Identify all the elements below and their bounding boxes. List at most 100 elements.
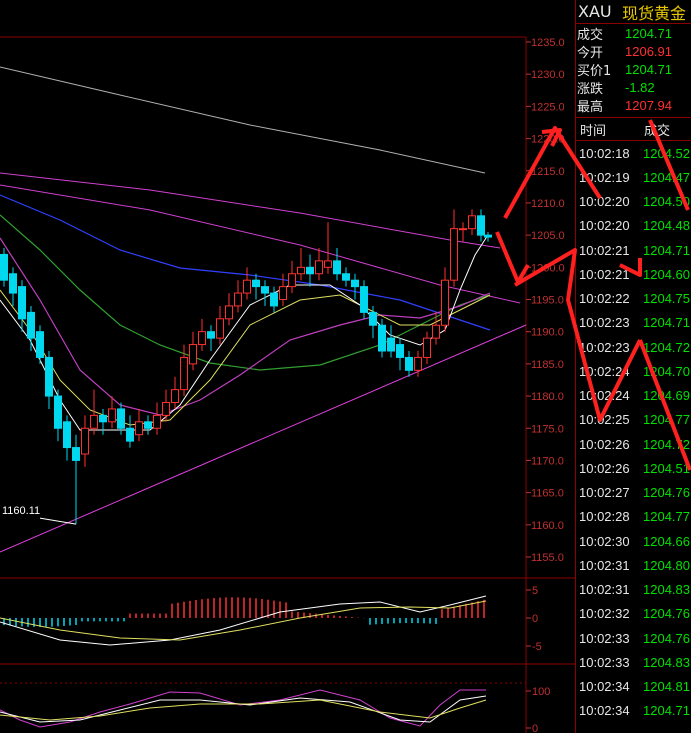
candle-body — [423, 337, 431, 358]
ticks-header-time: 时间 — [580, 123, 607, 139]
tick-price: 1204.52 — [643, 145, 690, 161]
tick-row: 10:02:34 1204.71 — [576, 699, 691, 723]
tick-row: 10:02:31 1204.83 — [576, 578, 691, 602]
quote-panel: 成交 1204.71 今开 1206.91 买价1 1204.71 涨跌 -1.82 最高 120… — [576, 24, 691, 115]
price-axis-label: 1160.0 — [531, 520, 564, 532]
candle-body — [414, 356, 422, 371]
macd-axis-label: 5 — [532, 585, 538, 597]
candle-body — [432, 324, 440, 339]
candle-body — [0, 253, 8, 281]
tick-price: 1204.72 — [643, 436, 690, 452]
price-axis-label: 1180.0 — [531, 391, 564, 403]
candle-body — [279, 286, 287, 300]
tick-row: 10:02:26 1204.51 — [576, 456, 691, 480]
candle-body — [198, 331, 206, 346]
candle-body — [63, 421, 71, 449]
tick-price: 1204.70 — [643, 363, 690, 379]
tick-price: 1204.76 — [643, 606, 690, 622]
candle-body — [72, 447, 80, 461]
tick-time: 10:02:32 — [579, 606, 630, 622]
tick-time: 10:02:25 — [579, 412, 630, 428]
quote-row: 最高 1207.94 — [576, 96, 691, 115]
candle-body — [90, 414, 98, 429]
candle-body — [9, 273, 17, 294]
tick-price: 1204.81 — [643, 679, 690, 695]
quote-value: -1.82 — [625, 79, 655, 95]
tick-row: 10:02:28 1204.77 — [576, 505, 691, 529]
tick-row: 10:02:20 1204.48 — [576, 214, 691, 238]
symbol-name: 现货黄金 — [622, 3, 687, 23]
candle-body — [297, 266, 305, 275]
candle-body — [405, 356, 413, 371]
tick-price: 1204.83 — [643, 654, 690, 670]
tick-time: 10:02:31 — [579, 582, 630, 598]
candle-body — [484, 234, 492, 238]
price-axis-label: 1195.0 — [531, 295, 564, 307]
macd-dif-line — [0, 595, 487, 646]
kdj-axis-label: 0 — [532, 723, 538, 733]
candle-body — [234, 292, 242, 307]
kdj-axis-label: 100 — [532, 686, 550, 698]
candlestick-chart-panel[interactable]: 1235.0 1230.0 1225.0 1220.0 1215.0 1210.0 1205… — [0, 0, 575, 733]
tick-time: 10:02:20 — [579, 218, 630, 234]
tick-time: 10:02:23 — [579, 315, 630, 331]
price-axis-label: 1185.0 — [531, 359, 564, 371]
candle-body — [333, 260, 341, 275]
candle-body — [225, 305, 233, 320]
candle-body — [369, 311, 377, 326]
tick-time: 10:02:30 — [579, 533, 630, 549]
ma-magenta-upper-line — [0, 172, 501, 249]
candle-body — [360, 286, 368, 313]
ma-blue-line — [0, 194, 491, 331]
price-axis-label: 1175.0 — [531, 423, 564, 435]
candlestick-chart[interactable]: 1235.0 1230.0 1225.0 1220.0 1215.0 1210.0 1205… — [0, 0, 575, 733]
tick-price: 1204.75 — [643, 291, 690, 307]
quote-value: 1206.91 — [625, 43, 672, 59]
candle-body — [396, 344, 404, 358]
candle-body — [216, 318, 224, 339]
candle-body — [288, 273, 296, 288]
price-axis-label: 1225.0 — [531, 101, 565, 113]
tick-time: 10:02:21 — [579, 266, 630, 282]
tick-price: 1204.72 — [643, 339, 690, 355]
tick-row: 10:02:33 1204.76 — [576, 626, 691, 650]
quote-sidebar: XAU 现货黄金 成交 1204.71 今开 1206.91 买价1 1204.71 涨跌 -… — [575, 0, 691, 733]
candle-body — [45, 356, 53, 397]
tick-row: 10:02:25 1204.77 — [576, 408, 691, 432]
tick-row: 10:02:21 1204.60 — [576, 262, 691, 286]
candle-body — [99, 414, 107, 423]
tick-list[interactable]: 10:02:18 1204.52 10:02:19 1204.47 10:02:20 12… — [576, 141, 691, 723]
price-axis-label: 1155.0 — [531, 552, 564, 564]
quote-value: 1204.71 — [625, 61, 672, 77]
tick-row: 10:02:21 1204.71 — [576, 238, 691, 262]
price-axis-label: 1165.0 — [531, 488, 564, 500]
candle-body — [153, 414, 161, 429]
candle-body — [441, 279, 449, 326]
macd-dea-line — [0, 600, 487, 641]
tick-price: 1204.51 — [643, 460, 690, 476]
candle-body — [306, 266, 314, 275]
candle-body — [252, 279, 260, 288]
candle-body — [126, 427, 134, 442]
tick-price: 1204.71 — [643, 242, 690, 258]
tick-time: 10:02:28 — [579, 509, 630, 525]
candle-body — [162, 402, 170, 416]
tick-row: 10:02:18 1204.52 — [576, 141, 691, 165]
price-axis-label: 1205.0 — [531, 230, 565, 242]
tick-price: 1204.80 — [643, 557, 690, 573]
tick-time: 10:02:20 — [579, 194, 630, 210]
tick-row: 10:02:33 1204.83 — [576, 650, 691, 674]
tick-price: 1204.77 — [643, 509, 690, 525]
ma-gray-line — [0, 66, 486, 174]
tick-time: 10:02:24 — [579, 388, 630, 404]
candle-body — [117, 408, 125, 429]
candle-body — [387, 337, 395, 352]
tick-price: 1204.77 — [643, 412, 690, 428]
candle-body — [477, 215, 485, 236]
tick-price: 1204.76 — [643, 485, 690, 501]
tick-time: 10:02:26 — [579, 436, 630, 452]
tick-row: 10:02:24 1204.70 — [576, 359, 691, 383]
candle-body — [171, 389, 179, 403]
ticks-header-price: 成交 — [644, 123, 671, 139]
quote-label: 涨跌 — [577, 81, 604, 97]
